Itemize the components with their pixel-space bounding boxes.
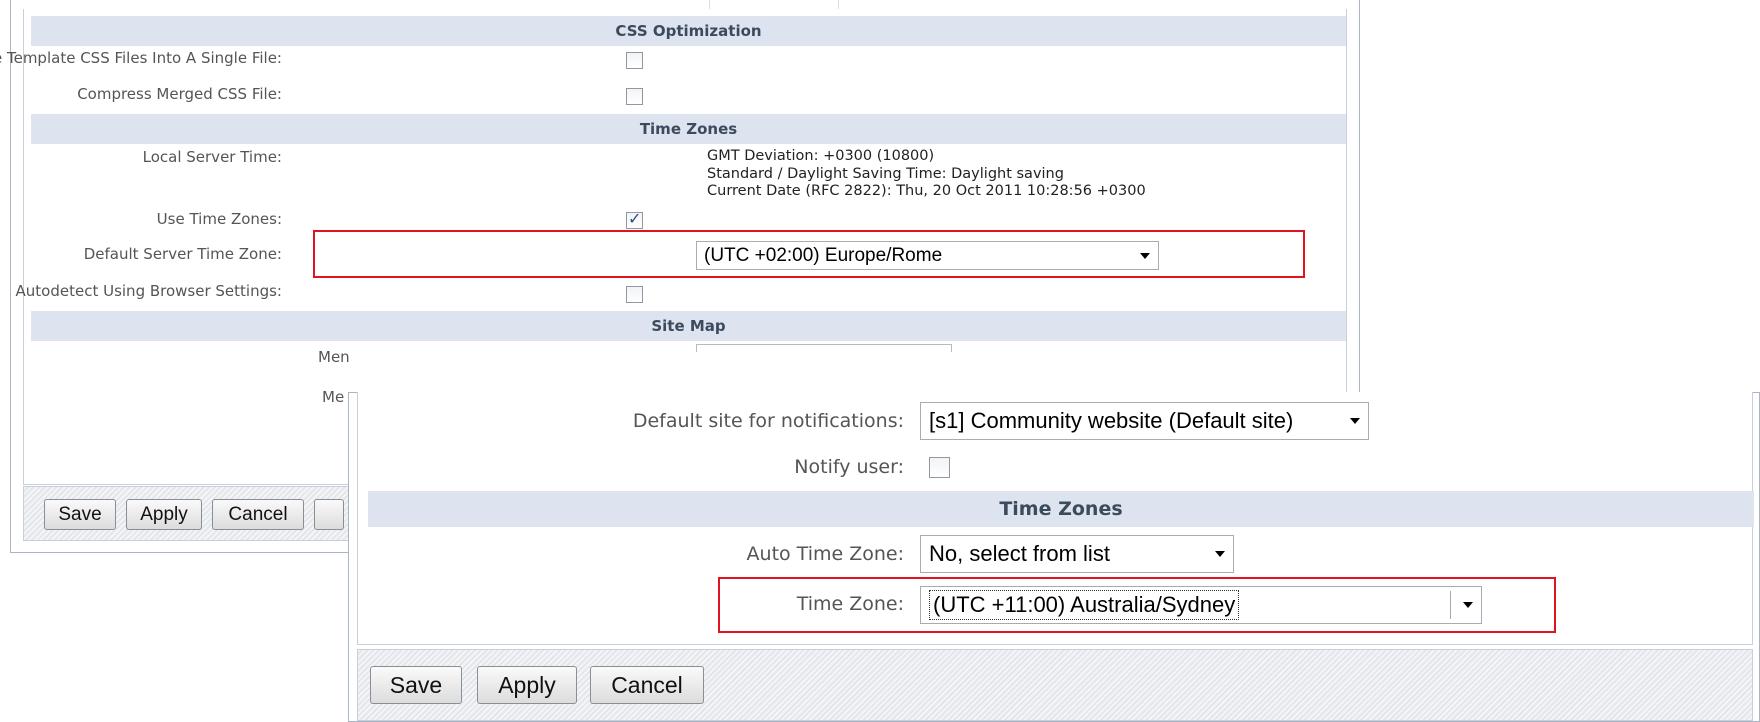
cancel-button[interactable]: Cancel <box>212 499 304 530</box>
use-time-zones-label: Use Time Zones: <box>156 210 282 228</box>
chevron-down-icon <box>1215 551 1225 557</box>
current-date-text: Current Date (RFC 2822): Thu, 20 Oct 201… <box>707 183 1146 199</box>
merge-css-checkbox[interactable] <box>626 52 643 69</box>
apply-button[interactable]: Apply <box>126 499 202 530</box>
compress-css-label: Compress Merged CSS File: <box>77 85 282 103</box>
auto-time-zone-value: No, select from list <box>929 541 1110 566</box>
apply-button[interactable]: Apply <box>477 666 577 704</box>
chevron-down-icon <box>1350 418 1360 424</box>
section-header-time-zones: Time Zones <box>368 491 1754 527</box>
save-button[interactable]: Save <box>370 666 462 704</box>
partial-button[interactable] <box>314 499 344 530</box>
use-time-zones-checkbox[interactable] <box>626 209 643 229</box>
default-server-tz-value: (UTC +02:00) Europe/Rome <box>704 245 943 266</box>
auto-time-zone-select[interactable]: No, select from list <box>920 535 1234 573</box>
select-divider <box>1450 591 1451 619</box>
chevron-down-icon <box>1463 602 1473 608</box>
time-zone-label: Time Zone: <box>796 593 904 615</box>
default-site-label: Default site for notifications: <box>632 410 904 432</box>
notify-user-label: Notify user: <box>794 456 904 478</box>
time-zone-value: (UTC +11:00) Australia/Sydney <box>929 590 1240 620</box>
compress-css-checkbox[interactable] <box>626 88 643 105</box>
autodetect-label: Autodetect Using Browser Settings: <box>15 282 282 300</box>
default-server-tz-select[interactable]: (UTC +02:00) Europe/Rome <box>696 241 1159 270</box>
tab-stub <box>709 0 839 9</box>
auto-time-zone-label: Auto Time Zone: <box>746 543 904 565</box>
front-button-bar: Save Apply Cancel <box>357 649 1753 721</box>
save-button[interactable]: Save <box>44 499 116 530</box>
sitemap-partial-label-1: Men <box>318 348 350 366</box>
autodetect-checkbox[interactable] <box>626 286 643 303</box>
default-site-value: [s1] Community website (Default site) <box>929 408 1294 433</box>
merge-css-label: Merge Template CSS Files Into A Single F… <box>0 49 282 67</box>
time-zone-select[interactable]: (UTC +11:00) Australia/Sydney <box>920 586 1482 624</box>
notify-user-checkbox[interactable] <box>929 457 950 478</box>
sitemap-partial-label-2: Me <box>322 388 345 406</box>
default-site-select[interactable]: [s1] Community website (Default site) <box>920 402 1369 440</box>
sitemap-partial-input <box>696 344 952 352</box>
default-server-tz-label: Default Server Time Zone: <box>83 245 282 263</box>
local-server-time-label: Local Server Time: <box>142 148 282 166</box>
front-settings-panel: Default site for notifications: [s1] Com… <box>348 392 1760 722</box>
section-header-time-zones: Time Zones <box>31 114 1346 144</box>
dst-text: Standard / Daylight Saving Time: Dayligh… <box>707 166 1064 182</box>
chevron-down-icon <box>1140 252 1150 259</box>
cancel-button[interactable]: Cancel <box>590 666 704 704</box>
gmt-deviation-text: GMT Deviation: +0300 (10800) <box>707 148 935 164</box>
section-header-css-optimization: CSS Optimization <box>31 16 1346 46</box>
section-header-site-map: Site Map <box>31 311 1346 341</box>
